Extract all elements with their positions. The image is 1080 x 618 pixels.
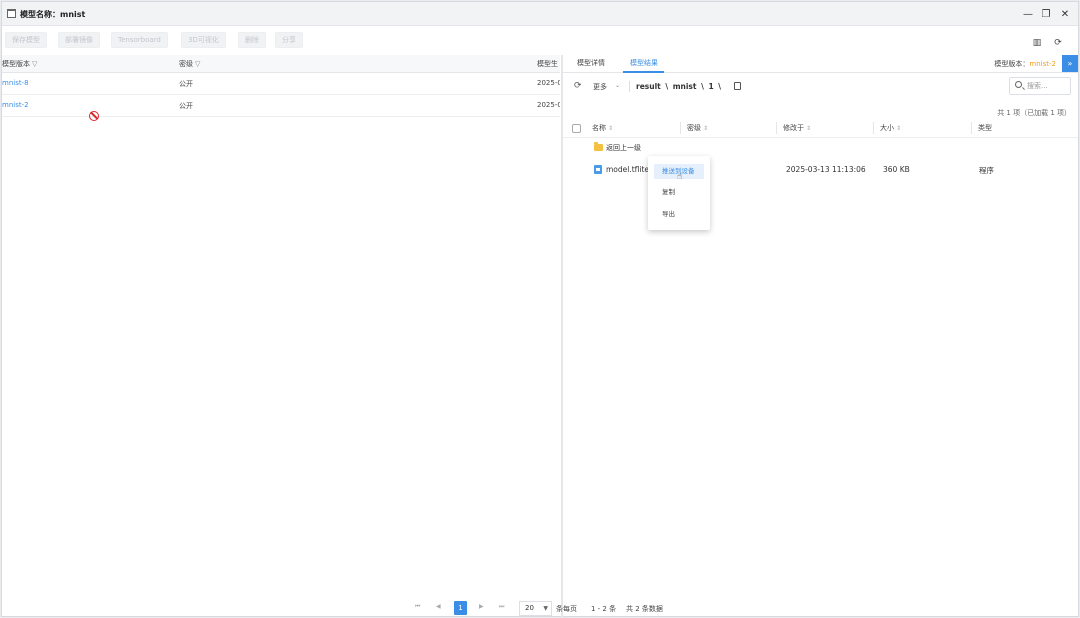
column-separator [776,122,777,134]
search-input[interactable]: 搜索... [1009,77,1071,95]
header-size[interactable]: 大小 ⇕ [880,123,901,133]
list-item[interactable]: 返回上一级 [563,137,1078,159]
prev-page-button[interactable]: ◀ [436,603,441,610]
tensorboard-button[interactable]: Tensorboard [111,32,168,48]
level-cell: 公开 [179,80,193,88]
sort-icon: ⇕ [806,125,812,132]
more-button[interactable]: 更多 [593,82,607,92]
next-page-button[interactable]: ▶ [479,603,484,610]
file-icon [594,165,602,174]
file-modified: 2025-03-13 11:13:06 [786,165,866,174]
tab-model-results[interactable]: 模型结果 [630,58,658,68]
total-records: 共 2 条数据 [626,605,663,613]
result-tabs: 模型详情 模型结果 模型版本：mnist-2 » [563,55,1078,73]
minimize-icon[interactable]: — [1021,7,1035,21]
page-size-select[interactable]: 20 ▼ [519,601,552,616]
version-link[interactable]: mnist-2 [2,101,29,109]
per-page-label: 条每页 [556,605,577,613]
delete-button[interactable]: 删除 [238,32,266,48]
menu-item-copy[interactable]: 复制 [654,185,704,200]
forbidden-icon [89,111,99,121]
first-page-button[interactable]: ⏮ [415,603,420,611]
file-size: 360 KB [883,165,910,174]
date-cell: 2025-0 [537,101,560,109]
folder-icon [594,142,603,151]
refresh-icon[interactable]: ⟳ [1052,37,1064,49]
tab-model-details[interactable]: 模型详情 [577,58,605,68]
header-level[interactable]: 密级 ▽ [179,59,200,69]
sort-icon: ⇕ [896,125,902,132]
sort-icon: ⇕ [608,125,614,132]
sort-icon: ⇕ [703,125,709,132]
separator [629,81,630,92]
filter-icon[interactable]: ▽ [195,60,200,68]
file-type: 程序 [979,166,994,175]
back-link[interactable]: 返回上一级 [606,143,641,153]
header-type[interactable]: 类型 [978,123,992,133]
column-separator [971,122,972,134]
pagination: ⏮ ◀ 1 ▶ ⏭ 20 ▼ 条每页 1 - 2 条 共 2 条数据 [2,600,1078,618]
version-link[interactable]: mnist-8 [2,79,29,87]
filter-icon[interactable]: ▽ [32,60,37,68]
window-icon [7,9,16,18]
copy-icon[interactable] [734,82,741,90]
restore-icon[interactable]: ❐ [1039,7,1053,21]
chevron-down-icon[interactable]: ⌄ [615,82,620,89]
total-count: 共 1 项（已加载 1 项） [997,109,1071,117]
search-icon [1015,81,1022,88]
current-page[interactable]: 1 [454,601,467,615]
window-title: 模型名称：mnist [20,10,86,19]
context-menu: 推送到设备 复制 导出 [648,156,710,230]
save-model-button[interactable]: 保存模型 [5,32,47,48]
header-date[interactable]: 模型生 [537,59,558,69]
menu-item-export[interactable]: 导出 [654,207,704,222]
header-modified[interactable]: 修改于 ⇕ [783,123,811,133]
title-bar: 模型名称：mnist — ❐ ✕ [2,2,1078,26]
select-all-checkbox[interactable] [572,124,581,133]
columns-icon[interactable]: ▥ [1031,37,1043,49]
model-window: 模型名称：mnist — ❐ ✕ 保存模型 部署镜像 Tensorboard 3… [1,1,1079,617]
table-row[interactable]: mnist-8 公开 2025-0 [2,73,560,95]
3d-visualize-button[interactable]: 3D可视化 [181,32,226,48]
deploy-image-button[interactable]: 部署镜像 [58,32,100,48]
version-table-header: 模型版本 ▽ 密级 ▽ 模型生 [2,55,560,73]
file-table-header: 名称 ⇕ 密级 ⇕ 修改于 ⇕ 大小 ⇕ 类型 [563,118,1078,138]
breadcrumb[interactable]: result \ mnist \ 1 \ [636,82,721,91]
header-name[interactable]: 名称 ⇕ [592,123,613,133]
collapse-panel-button[interactable]: » [1062,55,1078,72]
toolbar: 保存模型 部署镜像 Tensorboard 3D可视化 删除 分享 ▥ ⟳ [2,27,1078,55]
last-page-button[interactable]: ⏭ [499,603,504,611]
table-row[interactable]: mnist-2 公开 2025-0 [2,95,560,117]
column-separator [680,122,681,134]
refresh-icon[interactable]: ⟳ [574,81,582,91]
date-cell: 2025-0 [537,79,560,87]
search-placeholder: 搜索... [1027,82,1048,90]
path-bar: ⟳ 更多 ⌄ result \ mnist \ 1 \ [563,73,1078,100]
file-name[interactable]: model.tflite [606,165,649,174]
result-panel: 模型详情 模型结果 模型版本：mnist-2 » ⟳ 更多 ⌄ result \… [563,55,1078,617]
version-table: 模型版本 ▽ 密级 ▽ 模型生 mnist-8 公开 2025-0 mnist-2 … [2,55,560,617]
hand-cursor-icon: ☝ [677,172,683,182]
level-cell: 公开 [179,102,193,110]
header-version[interactable]: 模型版本 ▽ [2,59,37,69]
close-icon[interactable]: ✕ [1058,7,1072,21]
share-button[interactable]: 分享 [275,32,303,48]
chevron-down-icon: ▼ [543,605,548,612]
header-level[interactable]: 密级 ⇕ [687,123,708,133]
model-version: 模型版本：mnist-2 [994,60,1056,68]
page-range: 1 - 2 条 [591,605,617,613]
model-version-value: mnist-2 [1029,60,1056,68]
column-separator [873,122,874,134]
list-item[interactable]: model.tflite 2025-03-13 11:13:06 360 KB … [563,159,1078,181]
